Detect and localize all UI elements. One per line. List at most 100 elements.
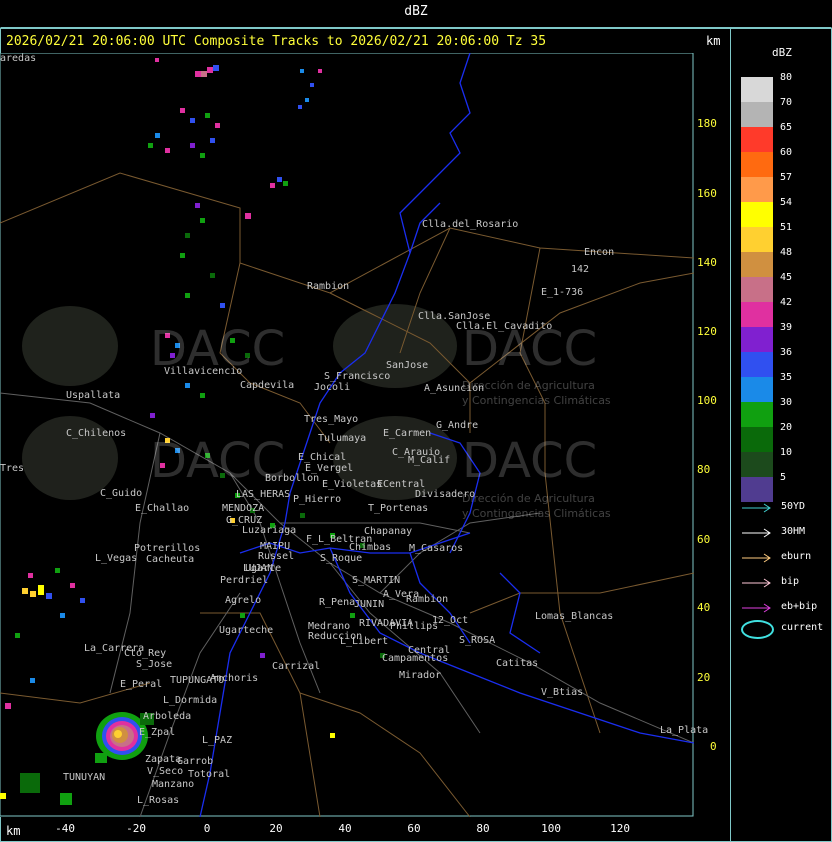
legend-swatch bbox=[741, 402, 773, 427]
place-label: L_Vegas bbox=[95, 553, 138, 564]
place-label: Mirador bbox=[399, 670, 442, 681]
place-label: TUPUNGATO bbox=[170, 675, 225, 686]
legend-swatch bbox=[741, 377, 773, 402]
legend-level-label: 10 bbox=[780, 447, 793, 458]
x-tick-label: 120 bbox=[610, 822, 630, 835]
place-label: Tulumaya bbox=[318, 433, 367, 444]
x-tick-label: -40 bbox=[55, 822, 75, 835]
place-label: V_Btias bbox=[541, 687, 584, 698]
legend-swatch bbox=[741, 452, 773, 477]
place-label: C_Chilenos bbox=[66, 428, 127, 439]
legend-swatch bbox=[741, 177, 773, 202]
place-label: Phillips bbox=[390, 621, 439, 632]
legend-level-label: 5 bbox=[780, 472, 787, 483]
track-arrow-icon bbox=[742, 553, 771, 563]
legend-level-label: 20 bbox=[780, 422, 793, 433]
track-label: bip bbox=[781, 576, 800, 587]
y-tick-label: 100 bbox=[697, 394, 717, 407]
legend-swatch bbox=[741, 427, 773, 452]
y-tick-label: 0 bbox=[710, 740, 717, 753]
x-tick-label: 60 bbox=[407, 822, 421, 835]
place-label: Manzano bbox=[152, 779, 195, 790]
track-arrow-icon bbox=[742, 503, 771, 513]
y-tick-label: 140 bbox=[697, 256, 717, 269]
km-unit-bottom: km bbox=[6, 824, 21, 838]
place-label: Arboleda bbox=[143, 711, 192, 722]
header-title: 2026/02/21 20:06:00 UTC Composite Tracks… bbox=[6, 34, 547, 49]
legend-level-label: 60 bbox=[780, 147, 793, 158]
place-label: Russel bbox=[258, 551, 295, 562]
place-label: Rambion bbox=[307, 281, 350, 292]
legend-swatch bbox=[741, 302, 773, 327]
place-label: Catitas bbox=[496, 658, 539, 669]
watermark-brand-4: DACC bbox=[462, 433, 598, 489]
place-label: P_Hierro bbox=[293, 494, 342, 505]
x-tick-label: 20 bbox=[269, 822, 283, 835]
place-label: Cto_Rey bbox=[124, 648, 167, 659]
place-label: Ugarteche bbox=[219, 625, 274, 636]
place-label: Totoral bbox=[188, 769, 231, 780]
y-tick-label: 20 bbox=[697, 671, 711, 684]
place-label: MENDOZA bbox=[222, 503, 265, 514]
place-label: S_Roque bbox=[320, 553, 363, 564]
place-label: Agrelo bbox=[225, 595, 262, 606]
track-arrow-icon bbox=[742, 578, 771, 588]
radar-map[interactable]: Clla.del_Rosario Encon 142 E_1-736 Rambion Cl… bbox=[0, 52, 708, 818]
legend-level-label: 30 bbox=[780, 397, 793, 408]
place-label: S_Jose bbox=[136, 659, 173, 670]
place-label: Jocoli bbox=[314, 382, 351, 393]
place-label: S_Francisco bbox=[324, 371, 391, 382]
place-label: E_Carmen bbox=[383, 428, 432, 439]
place-label: S_ROSA bbox=[459, 635, 496, 646]
place-label: Zapata bbox=[145, 754, 182, 765]
place-label: Ugarte bbox=[245, 563, 282, 574]
place-label: Rambion bbox=[406, 594, 449, 605]
legend-level-label: 42 bbox=[780, 297, 793, 308]
place-label: S_MARTIN bbox=[352, 575, 401, 586]
legend-level-label: 36 bbox=[780, 347, 793, 358]
y-tick-label: 60 bbox=[697, 533, 711, 546]
place-label: Chimbas bbox=[349, 542, 392, 553]
x-tick-label: 100 bbox=[541, 822, 561, 835]
x-tick-label: 40 bbox=[338, 822, 352, 835]
legend-level-label: 35 bbox=[780, 372, 793, 383]
watermark-brand-2: DACC bbox=[462, 321, 598, 377]
track-arrow-icon bbox=[742, 528, 771, 538]
legend-swatch bbox=[741, 152, 773, 177]
place-label: JUNIN bbox=[354, 599, 385, 610]
place-label: Campamentos bbox=[382, 653, 449, 664]
place-label: Tres_Mayo bbox=[304, 414, 359, 425]
place-label: Luzariaga bbox=[242, 525, 297, 536]
place-label: R_Pena bbox=[319, 597, 356, 608]
x-tick-label: -20 bbox=[126, 822, 146, 835]
legend-level-label: 45 bbox=[780, 272, 793, 283]
place-label: E_Zpal bbox=[139, 727, 176, 738]
track-label: 50YD bbox=[781, 501, 806, 512]
watermark-tagline-4: y Contingencias Climáticas bbox=[462, 507, 611, 520]
place-label: M_Calif bbox=[408, 455, 451, 466]
place-label: V_Seco bbox=[147, 766, 184, 777]
km-unit-top: km bbox=[706, 34, 721, 48]
legend-swatch bbox=[741, 477, 773, 502]
legend-swatch bbox=[741, 127, 773, 152]
legend-swatch bbox=[741, 227, 773, 252]
y-tick-label: 120 bbox=[697, 325, 717, 338]
legend-swatch bbox=[741, 352, 773, 377]
legend-swatch bbox=[741, 252, 773, 277]
place-label: L_PAZ bbox=[202, 735, 233, 746]
place-label: Clla.del_Rosario bbox=[422, 219, 519, 230]
place-label: Capdevila bbox=[240, 380, 295, 391]
legend-swatch bbox=[741, 277, 773, 302]
track-label: eburn bbox=[781, 551, 812, 562]
place-label: E_Peral bbox=[120, 679, 163, 690]
place-label: L_Dormida bbox=[163, 695, 218, 706]
place-label: 12_Oct bbox=[432, 615, 469, 626]
legend-swatch bbox=[741, 327, 773, 352]
y-tick-label: 180 bbox=[697, 117, 717, 130]
place-label: L_Libert bbox=[340, 636, 389, 647]
legend-level-label: 54 bbox=[780, 197, 793, 208]
legend-swatch bbox=[741, 202, 773, 227]
place-label: 142 bbox=[571, 264, 590, 275]
legend-level-label: 65 bbox=[780, 122, 793, 133]
place-label: Potrerillos bbox=[134, 543, 201, 554]
